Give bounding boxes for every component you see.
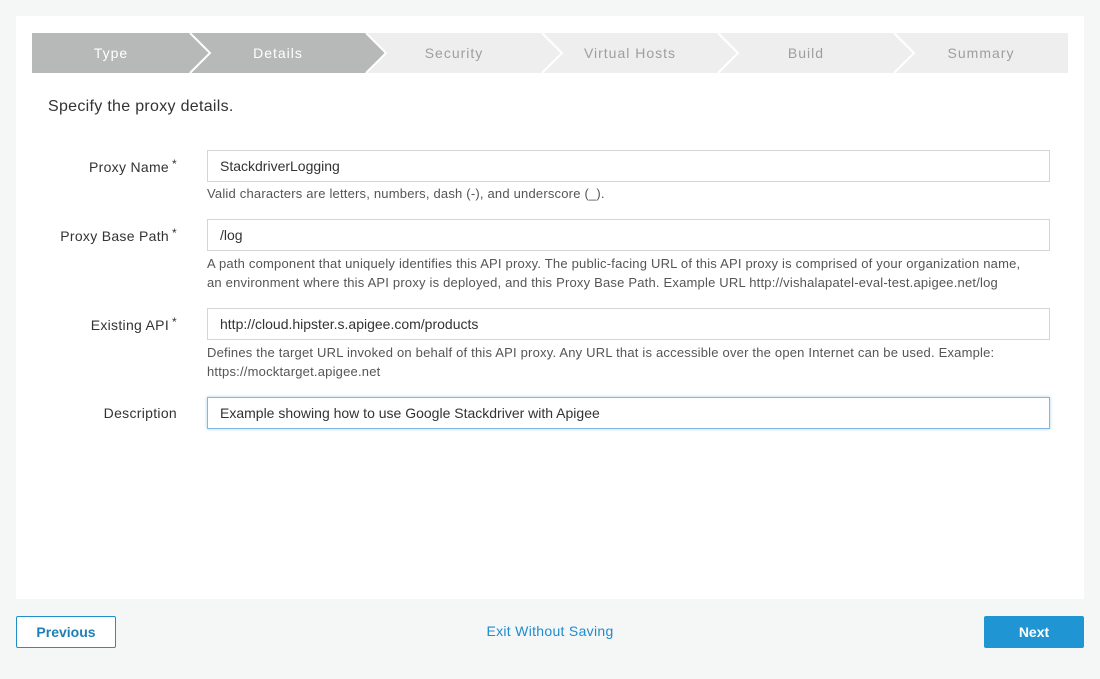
wizard-steps: Type Details Security Virtual Hosts Buil… (32, 33, 1068, 73)
base-path-label-text: Proxy Base Path (60, 228, 170, 244)
step-separator-icon (184, 33, 212, 73)
base-path-value: /log (220, 227, 243, 243)
step-separator-icon (536, 33, 564, 73)
base-path-input[interactable]: /log (207, 219, 1050, 251)
previous-button[interactable]: Previous (16, 616, 116, 648)
existing-api-value: http://cloud.hipster.s.apigee.com/produc… (220, 316, 479, 332)
existing-api-help: Defines the target URL invoked on behalf… (207, 343, 1067, 381)
proxy-name-help: Valid characters are letters, numbers, d… (207, 186, 605, 201)
base-path-label: Proxy Base Path * (60, 226, 177, 244)
step-summary[interactable]: Summary (894, 33, 1068, 73)
step-details[interactable]: Details (190, 33, 366, 73)
step-build[interactable]: Build (718, 33, 894, 73)
step-details-label: Details (253, 45, 303, 61)
existing-api-label-text: Existing API (90, 317, 170, 333)
step-summary-label: Summary (947, 45, 1015, 61)
required-marker: * (172, 226, 177, 240)
step-type[interactable]: Type (32, 33, 190, 73)
base-path-help-line: A path component that uniquely identifie… (207, 256, 1021, 271)
base-path-help: A path component that uniquely identifie… (207, 254, 1067, 292)
proxy-name-label-text: Proxy Name (88, 159, 170, 175)
step-virtual-hosts-label: Virtual Hosts (583, 45, 677, 61)
proxy-name-input[interactable]: StackdriverLogging (207, 150, 1050, 182)
step-separator-icon (712, 33, 740, 73)
description-input[interactable]: Example showing how to use Google Stackd… (207, 397, 1050, 429)
existing-api-help-line: Defines the target URL invoked on behalf… (207, 345, 995, 360)
required-marker: * (172, 157, 177, 171)
proxy-name-label: Proxy Name * (88, 157, 177, 175)
existing-api-help-line: https://mocktarget.apigee.net (207, 364, 381, 379)
exit-without-saving-link[interactable]: Exit Without Saving (450, 623, 650, 639)
description-label: Description (104, 405, 177, 421)
step-security[interactable]: Security (366, 33, 542, 73)
description-value: Example showing how to use Google Stackd… (220, 405, 600, 421)
step-separator-icon (888, 33, 916, 73)
next-button[interactable]: Next (984, 616, 1084, 648)
step-type-label: Type (93, 45, 129, 61)
base-path-help-line: an environment where this API proxy is d… (207, 275, 998, 290)
existing-api-input[interactable]: http://cloud.hipster.s.apigee.com/produc… (207, 308, 1050, 340)
description-label-text: Description (103, 405, 177, 421)
page-intro: Specify the proxy details. (48, 98, 234, 115)
step-security-label: Security (424, 45, 484, 61)
step-virtual-hosts[interactable]: Virtual Hosts (542, 33, 718, 73)
step-separator-icon (360, 33, 388, 73)
step-build-label: Build (787, 45, 825, 61)
existing-api-label: Existing API * (90, 315, 177, 333)
proxy-name-value: StackdriverLogging (220, 158, 340, 174)
required-marker: * (172, 315, 177, 329)
